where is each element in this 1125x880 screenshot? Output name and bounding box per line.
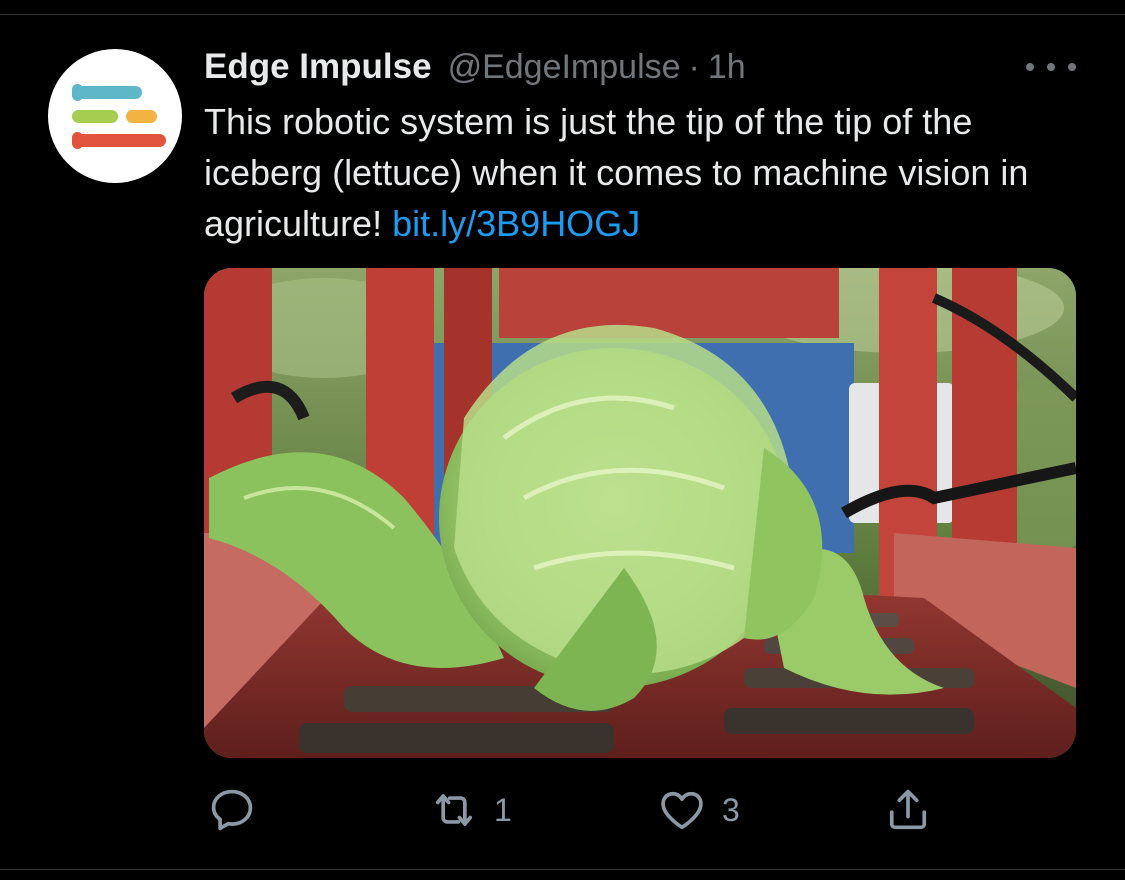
tweet-text: This robotic system is just the tip of t…: [204, 96, 1094, 249]
more-dot: [1047, 63, 1055, 71]
like-count: 3: [722, 791, 740, 828]
share-icon: [889, 789, 927, 830]
top-divider: [0, 14, 1125, 15]
tweet-header: Edge Impulse @EdgeImpulse · 1h: [204, 44, 746, 90]
author-avatar[interactable]: [48, 49, 182, 183]
retweet-button[interactable]: 1: [428, 780, 512, 840]
like-button[interactable]: 3: [656, 780, 740, 840]
heart-icon: [661, 791, 703, 830]
more-options-icon[interactable]: [1026, 50, 1076, 84]
retweet-count: 1: [494, 791, 512, 828]
tweet-link[interactable]: bit.ly/3B9HOGJ: [392, 203, 640, 244]
author-handle[interactable]: @EdgeImpulse: [448, 48, 681, 87]
tweet-actions: 1 3: [0, 780, 1125, 840]
reply-icon: [211, 789, 253, 831]
author-display-name[interactable]: Edge Impulse: [204, 47, 432, 87]
separator-dot: ·: [688, 47, 700, 86]
share-button[interactable]: [882, 780, 934, 840]
more-dot: [1026, 63, 1034, 71]
retweet-icon: [435, 794, 473, 826]
edge-impulse-logo-icon: [72, 84, 166, 149]
reply-button[interactable]: [206, 780, 258, 840]
lettuce-photo: [204, 268, 1076, 758]
tweet-media-lettuce-photo[interactable]: [204, 268, 1076, 758]
tweet-timestamp[interactable]: 1h: [708, 48, 746, 87]
bottom-divider: [0, 869, 1125, 870]
more-dot: [1068, 63, 1076, 71]
